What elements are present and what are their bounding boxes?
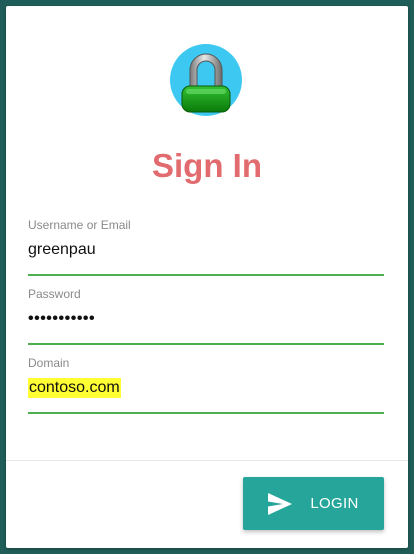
username-underline xyxy=(28,274,384,276)
domain-label: Domain xyxy=(28,356,70,370)
password-field[interactable]: Password ••••••••••• xyxy=(28,287,384,345)
username-field[interactable]: Username or Email greenpau xyxy=(28,218,384,276)
sign-in-card: Sign In Username or Email greenpau Passw… xyxy=(6,6,408,548)
page-title: Sign In xyxy=(152,147,262,184)
domain-underline xyxy=(28,412,384,414)
card-divider xyxy=(6,460,408,461)
padlock-icon xyxy=(170,44,242,116)
login-button-label: LOGIN xyxy=(310,495,359,512)
username-label: Username or Email xyxy=(28,218,131,232)
domain-field[interactable]: Domain contoso.com xyxy=(28,356,384,414)
password-input[interactable]: ••••••••••• xyxy=(28,309,95,329)
username-input[interactable]: greenpau xyxy=(28,240,96,260)
domain-input[interactable]: contoso.com xyxy=(28,378,121,398)
send-icon xyxy=(268,492,293,515)
password-label: Password xyxy=(28,287,81,301)
login-button[interactable]: LOGIN xyxy=(243,477,384,530)
password-underline xyxy=(28,343,384,345)
